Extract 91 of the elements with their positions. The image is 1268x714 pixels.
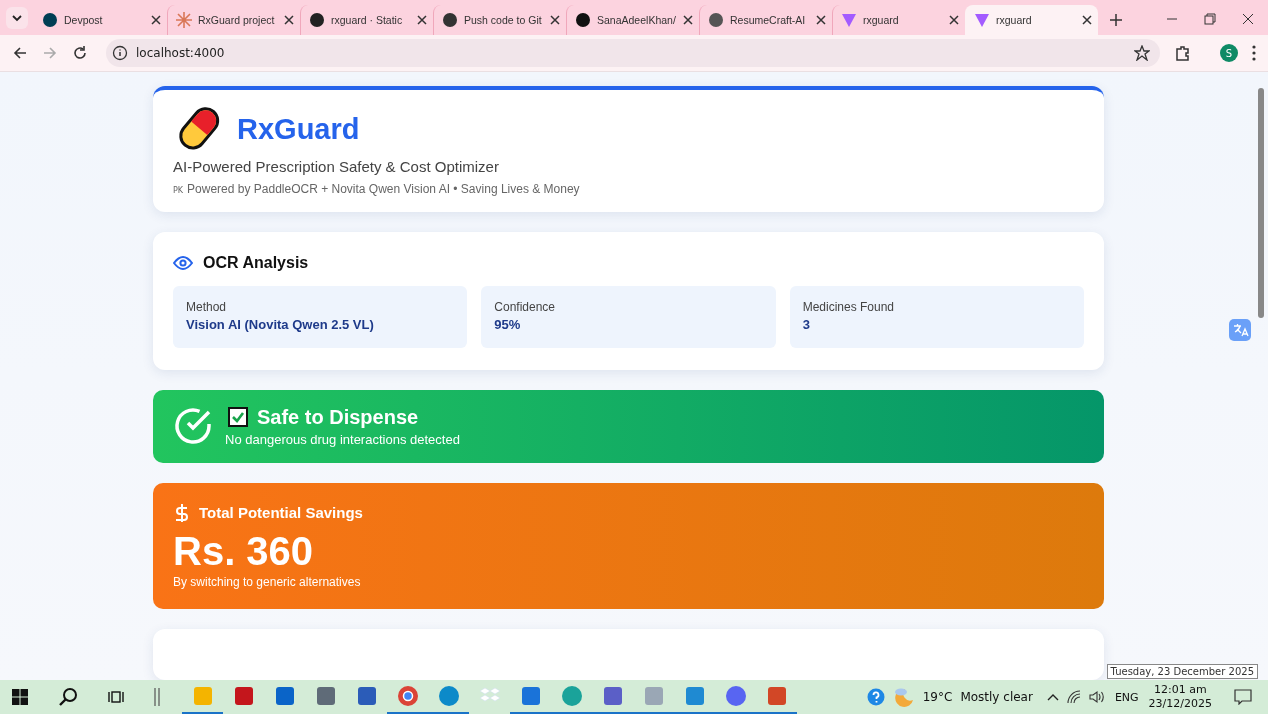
weather-text[interactable]: Mostly clear — [960, 690, 1033, 704]
app-icon — [273, 685, 296, 707]
extensions-icon[interactable] — [1174, 44, 1192, 62]
app-subtitle: AI-Powered Prescription Safety & Cost Optimizer — [173, 158, 500, 175]
flag-code: PK — [173, 186, 184, 195]
favicon-icon — [309, 12, 325, 28]
help-icon[interactable] — [866, 688, 885, 706]
chevron-down-icon — [11, 12, 23, 24]
tab-title: rxguard — [863, 14, 900, 26]
close-icon[interactable] — [1242, 13, 1254, 25]
windows-start-icon[interactable] — [12, 689, 28, 705]
app-icon — [724, 685, 747, 707]
temperature-text[interactable]: 19°C — [922, 690, 953, 704]
clock-time: 12:01 am — [1153, 682, 1207, 697]
dollar-icon — [175, 502, 189, 523]
app-title: RxGuard — [237, 112, 360, 146]
app-icon — [437, 685, 460, 707]
info-icon[interactable] — [112, 45, 128, 61]
toolbar-handle-icon[interactable] — [154, 688, 160, 706]
search-icon[interactable] — [58, 687, 78, 707]
browser-tab[interactable]: Devpost — [34, 5, 167, 35]
stat-value: 3 — [802, 317, 811, 332]
app-icon — [396, 685, 419, 707]
browser-tab[interactable]: rxguard — [965, 5, 1098, 35]
app-icon — [560, 685, 583, 707]
close-icon[interactable] — [683, 15, 693, 25]
favicon-icon — [176, 12, 192, 28]
close-icon[interactable] — [1082, 15, 1092, 25]
favicon-icon — [442, 12, 458, 28]
app-icon — [519, 685, 542, 707]
tab-title: Devpost — [64, 14, 104, 26]
chevron-up-icon[interactable] — [1046, 693, 1059, 701]
app-icon — [683, 685, 706, 707]
back-icon[interactable] — [12, 45, 28, 61]
app-icon — [232, 685, 255, 707]
stat-value: Vision AI (Novita Qwen 2.5 VL) — [186, 317, 375, 332]
app-icon — [642, 685, 665, 707]
banner-title: Safe to Dispense — [257, 405, 419, 429]
section-title: OCR Analysis — [203, 254, 309, 272]
tab-title: RxGuard project — [198, 14, 276, 26]
tab-title: ResumeCraft-AI — [730, 14, 807, 26]
notifications-icon[interactable] — [1234, 689, 1252, 705]
close-icon[interactable] — [284, 15, 294, 25]
reload-icon[interactable] — [72, 45, 88, 61]
task-view-icon[interactable] — [108, 689, 124, 705]
eye-icon — [173, 256, 193, 270]
banner-message: No dangerous drug interactions detected — [225, 431, 460, 447]
stat-label: Method — [186, 300, 228, 314]
clock-date: 23/12/2025 — [1148, 697, 1212, 712]
close-icon[interactable] — [417, 15, 427, 25]
speaker-icon[interactable] — [1088, 690, 1105, 704]
favicon-icon — [974, 12, 990, 28]
wifi-icon[interactable] — [1066, 690, 1081, 704]
tab-search-button[interactable] — [6, 7, 28, 29]
favicon-icon — [708, 12, 724, 28]
new-tab-icon[interactable] — [1110, 14, 1122, 26]
language-indicator[interactable]: ENG — [1114, 690, 1139, 704]
menu-icon[interactable] — [1252, 45, 1256, 61]
favicon-icon — [42, 12, 58, 28]
savings-amount: Rs. 360 — [173, 528, 314, 573]
restore-icon[interactable] — [1204, 13, 1216, 25]
bookmark-star-icon[interactable] — [1134, 45, 1150, 61]
savings-note: By switching to generic alternatives — [173, 574, 361, 589]
profile-avatar[interactable]: S — [1220, 44, 1238, 62]
address-bar[interactable]: localhost:4000 — [106, 39, 1160, 67]
stat-value: 95% — [494, 317, 522, 332]
close-icon[interactable] — [949, 15, 959, 25]
check-circle-icon — [173, 406, 213, 447]
tab-title: rxguard — [996, 14, 1033, 26]
favicon-icon — [841, 12, 857, 28]
tab-title: SanaAdeelKhan/ — [597, 14, 677, 26]
app-icon — [765, 685, 788, 707]
tab-title: rxguard · Static — [331, 14, 404, 26]
app-icon — [601, 685, 624, 707]
savings-title: Total Potential Savings — [199, 504, 363, 522]
powered-by-text: Powered by PaddleOCR + Novita Qwen Vision AI • Saving Lives & Money — [187, 182, 580, 196]
stat-label: Medicines Found — [802, 300, 896, 314]
checkbox-icon — [227, 406, 249, 429]
stat-label: Confidence — [494, 300, 557, 314]
clock[interactable]: 12:01 am 23/12/2025 — [1148, 682, 1212, 712]
close-icon[interactable] — [816, 15, 826, 25]
favicon-icon — [575, 12, 591, 28]
app-icon — [191, 685, 214, 707]
url-text: localhost:4000 — [136, 46, 225, 60]
close-icon[interactable] — [151, 15, 161, 25]
app-icon — [355, 685, 378, 707]
close-icon[interactable] — [550, 15, 560, 25]
translate-icon[interactable] — [1229, 319, 1251, 341]
tab-title: Push code to Git — [464, 14, 543, 26]
date-tooltip: Tuesday, 23 December 2025 — [1106, 664, 1258, 679]
app-icon — [314, 685, 337, 707]
